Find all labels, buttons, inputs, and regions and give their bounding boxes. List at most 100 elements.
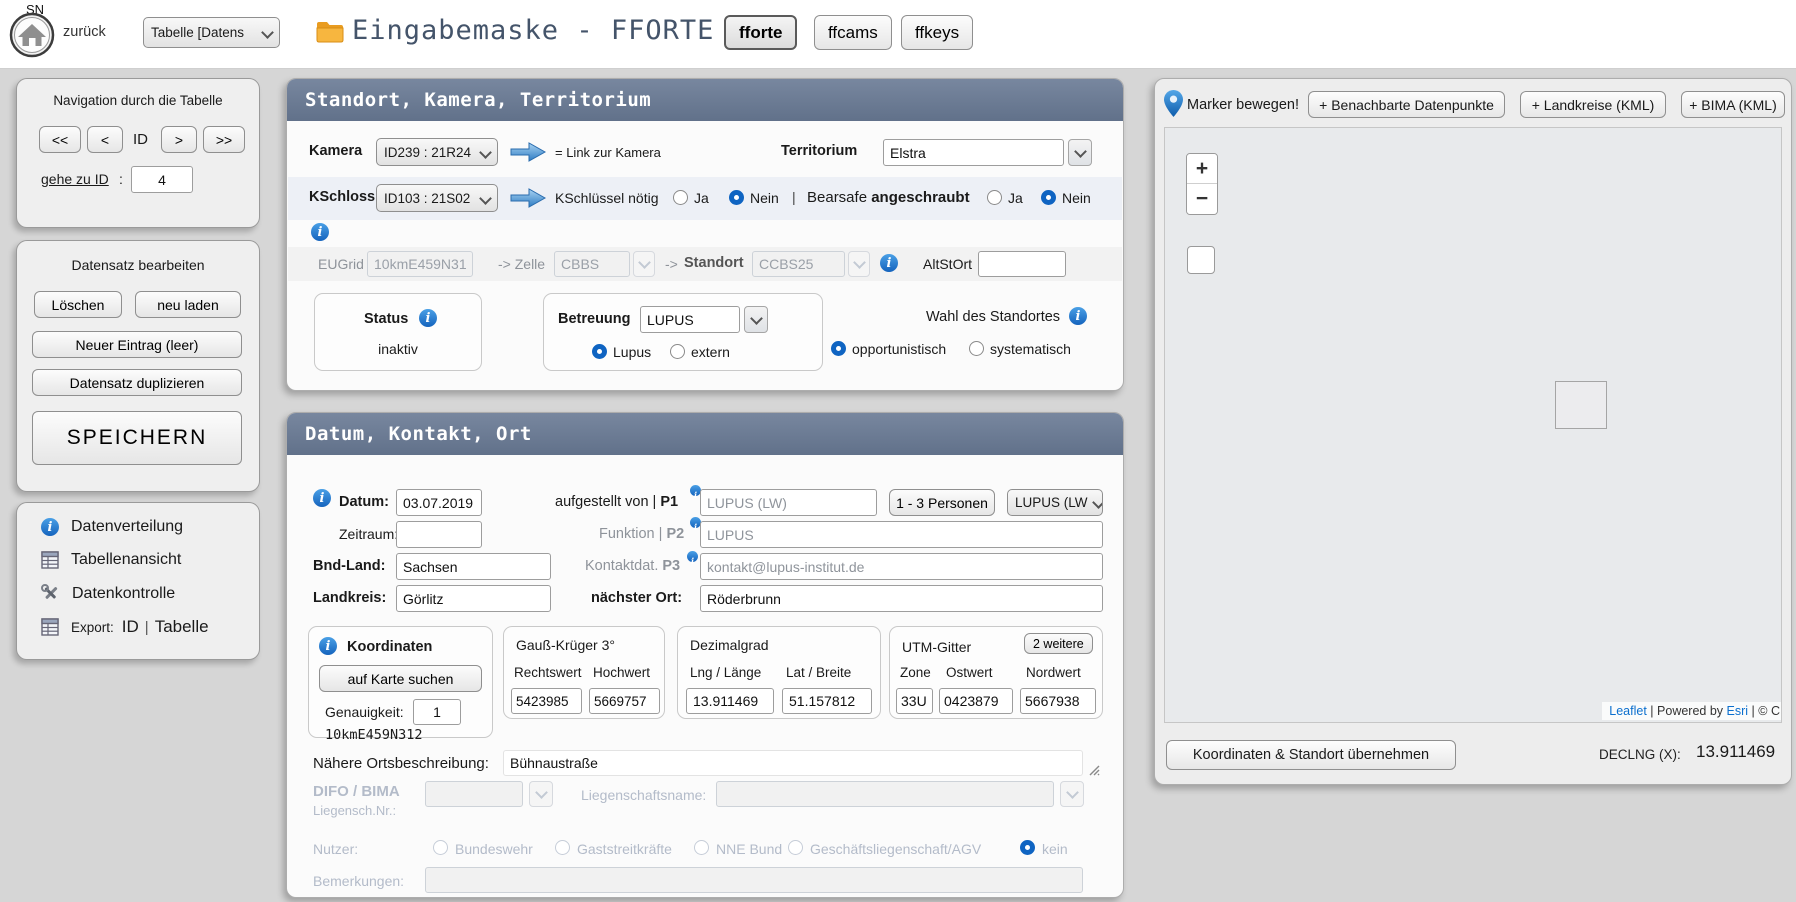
reload-button[interactable]: neu laden (135, 291, 241, 318)
systematisch-radio[interactable] (969, 341, 984, 356)
standort-input (752, 251, 845, 277)
bearsafe-ja-radio[interactable] (987, 190, 1002, 205)
territorium-dropdown-button[interactable] (1068, 139, 1092, 166)
goto-id-input[interactable] (131, 166, 193, 193)
new-entry-button[interactable]: Neuer Eintrag (leer) (32, 331, 242, 358)
save-button[interactable]: SPEICHERN (32, 411, 242, 465)
sidebar-item-datenverteilung[interactable]: Datenverteilung (41, 518, 183, 536)
kschluessel-ja-label: Ja (694, 190, 709, 206)
attribution-copyright: © C (1758, 704, 1780, 718)
karte-suchen-button[interactable]: auf Karte suchen (319, 665, 482, 692)
wahl-info-icon[interactable] (1069, 307, 1087, 325)
nutzer-geschaeftsliegenschaft-radio (788, 840, 803, 855)
utm-zone-input[interactable] (896, 688, 933, 714)
nav-prev-button[interactable]: < (87, 126, 123, 153)
back-link[interactable]: zurück (63, 24, 106, 40)
landkreis-input[interactable] (396, 585, 551, 612)
utm-ostwert-input[interactable] (939, 688, 1013, 714)
map-canvas[interactable]: + − Leaflet | Powered by Esri | © C (1164, 127, 1782, 723)
kschloss-select[interactable]: ID103 : 21S02 (376, 184, 498, 212)
betreuung-dropdown-button[interactable] (744, 306, 768, 333)
ortsbeschreibung-input[interactable] (503, 750, 1083, 776)
chevron-down-icon (1074, 145, 1087, 158)
p1-input[interactable] (700, 489, 877, 516)
betreuung-label: Betreuung (558, 311, 631, 327)
bndland-input[interactable] (396, 553, 551, 580)
bearsafe-nein-radio[interactable] (1041, 190, 1056, 205)
koordinaten-info-icon[interactable] (319, 637, 337, 655)
sidebar-item-tabellenansicht[interactable]: Tabellenansicht (41, 551, 181, 569)
territorium-input[interactable] (883, 139, 1064, 166)
betreuung-input[interactable] (640, 306, 740, 333)
zoom-out-button[interactable]: − (1187, 184, 1217, 214)
app-root: SN zurück Tabelle [Datens Eingabemaske -… (0, 0, 1796, 902)
delete-button[interactable]: Löschen (34, 291, 122, 318)
p3-input[interactable] (700, 553, 1103, 580)
utm-more-button[interactable]: 2 weitere (1024, 633, 1093, 654)
gk-title: Gauß-Krüger 3° (516, 637, 615, 653)
bima-kml-button[interactable]: + BIMA (KML) (1681, 91, 1785, 118)
betreuung-extern-radio[interactable] (670, 344, 685, 359)
export-tabelle-link[interactable]: Tabelle (155, 617, 209, 637)
goto-id-link[interactable]: gehe zu ID (41, 171, 109, 187)
table-select[interactable]: Tabelle [Datens (143, 17, 280, 48)
app-tab-ffcams[interactable]: ffcams (814, 15, 892, 50)
map-layers-button[interactable] (1187, 246, 1215, 274)
esri-link[interactable]: Esri (1727, 704, 1749, 718)
altstort-input[interactable] (978, 251, 1066, 277)
datum-input[interactable] (396, 489, 482, 516)
export-id-link[interactable]: ID (122, 617, 139, 637)
datenpunkte-button[interactable]: + Benachbarte Datenpunkte (1308, 91, 1505, 118)
ort-input[interactable] (700, 585, 1103, 612)
zelle-input (554, 251, 630, 277)
datum-info-icon[interactable] (313, 489, 331, 507)
p3-info-icon[interactable] (687, 551, 698, 562)
apply-coordinates-button[interactable]: Koordinaten & Standort übernehmen (1166, 740, 1456, 770)
nutzer-kein-radio[interactable] (1020, 840, 1035, 855)
leaflet-link[interactable]: Leaflet (1609, 704, 1647, 718)
nav-first-button[interactable]: << (39, 126, 81, 153)
map-zoom-control: + − (1186, 153, 1218, 215)
standort-info-icon[interactable] (880, 254, 898, 272)
kschluessel-ja-radio[interactable] (673, 190, 688, 205)
utm-nordwert-input[interactable] (1020, 688, 1096, 714)
lng-input[interactable] (686, 688, 774, 714)
opportunistisch-radio[interactable] (831, 341, 846, 356)
table-select-value: Tabelle [Datens (151, 25, 244, 40)
dezimalgrad-box: Dezimalgrad Lng / Länge Lat / Breite (677, 626, 881, 719)
resize-grip-icon[interactable] (1087, 763, 1100, 776)
duplicate-button[interactable]: Datensatz duplizieren (32, 369, 242, 396)
app-tab-fforte[interactable]: fforte (724, 15, 797, 50)
status-info-icon[interactable] (419, 309, 437, 327)
chevron-down-icon (853, 256, 866, 269)
betreuung-lupus-radio[interactable] (592, 344, 607, 359)
zeitraum-label: Zeitraum: (339, 526, 398, 542)
zeitraum-input[interactable] (396, 521, 482, 548)
panel-datum-title: Datum, Kontakt, Ort (287, 413, 1123, 455)
p2-input[interactable] (700, 521, 1103, 548)
tools-box: Datenverteilung Tabellenansicht Datenkon… (16, 502, 260, 660)
nav-next-button[interactable]: > (161, 126, 197, 153)
kschluessel-nein-radio[interactable] (729, 190, 744, 205)
difo-title: DIFO / BIMA (313, 783, 400, 800)
home-icon[interactable] (9, 12, 55, 58)
zoom-in-button[interactable]: + (1187, 154, 1217, 184)
genauigkeit-input[interactable] (413, 699, 461, 725)
nav-last-button[interactable]: >> (203, 126, 245, 153)
bearsafe-nein-label: Nein (1062, 190, 1091, 206)
sidebar-item-datenkontrolle[interactable]: Datenkontrolle (41, 584, 175, 603)
map-panel: Marker bewegen! + Benachbarte Datenpunkt… (1154, 78, 1792, 785)
genauigkeit-label: Genauigkeit: (325, 704, 404, 720)
kamera-select[interactable]: ID239 : 21R24 (376, 138, 498, 166)
utm-title: UTM-Gitter (902, 639, 971, 655)
rechtswert-input[interactable] (511, 688, 582, 714)
dez-col2-label: Lat / Breite (786, 665, 851, 680)
kschloss-info-icon[interactable] (311, 223, 329, 241)
hochwert-input[interactable] (589, 688, 660, 714)
app-tab-ffkeys[interactable]: ffkeys (901, 15, 973, 50)
landkreise-kml-button[interactable]: + Landkreise (KML) (1520, 91, 1666, 118)
standort-label: Standort (684, 255, 744, 271)
p1-select[interactable]: LUPUS (LW (1007, 489, 1103, 516)
personen-button[interactable]: 1 - 3 Personen (889, 489, 995, 516)
lat-input[interactable] (782, 688, 872, 714)
